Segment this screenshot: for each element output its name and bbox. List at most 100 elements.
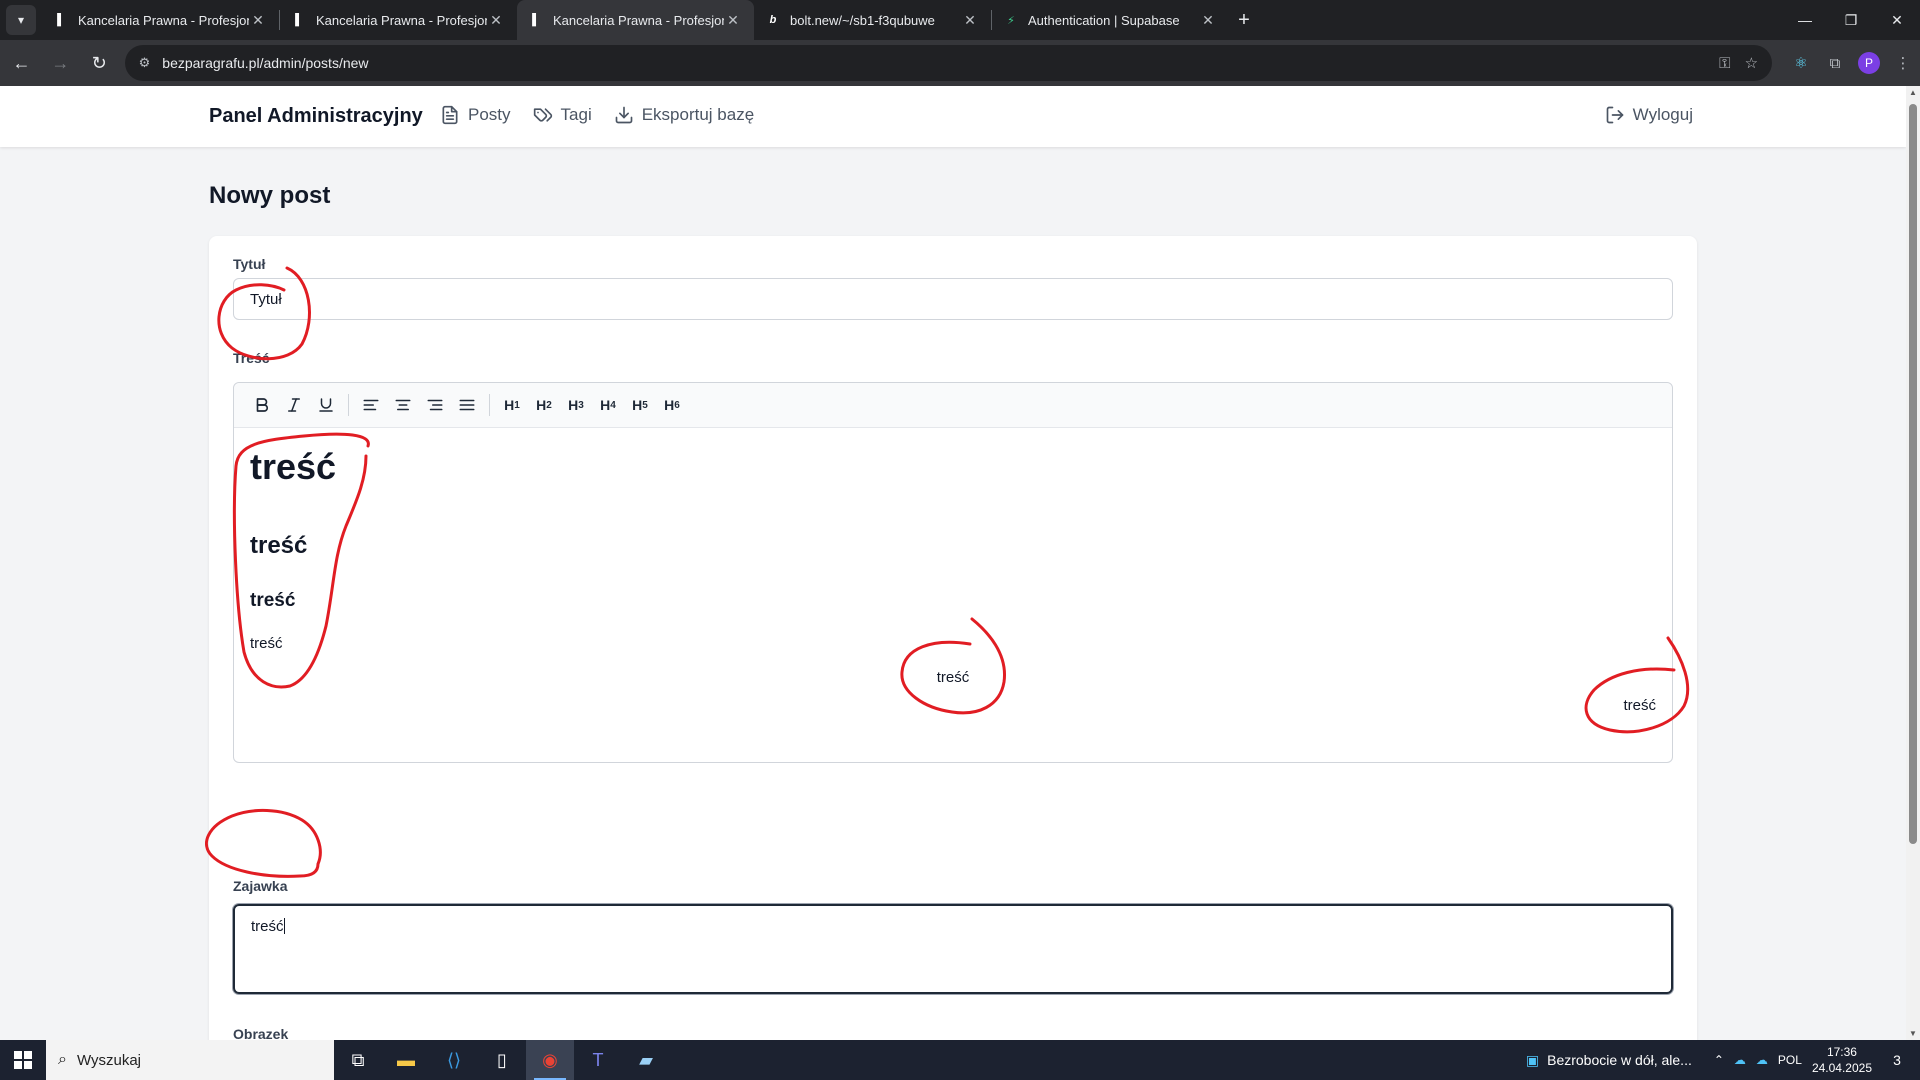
url-text[interactable]: bezparagrafu.pl/admin/posts/new [162, 55, 1705, 71]
browser-tab[interactable]: ▌ Kancelaria Prawna - Profesjonal ✕ [42, 0, 279, 40]
site-favicon: ▌ [295, 14, 303, 26]
start-button[interactable] [0, 1040, 46, 1080]
browser-tab[interactable]: ▌ Kancelaria Prawna - Profesjonal ✕ [280, 0, 517, 40]
scroll-down-icon[interactable]: ▼ [1909, 1029, 1917, 1038]
heading-4-button[interactable]: H4 [592, 389, 624, 421]
bold-icon[interactable] [246, 389, 278, 421]
task-view-icon[interactable]: ⧉ [334, 1040, 382, 1080]
tab-title: Kancelaria Prawna - Profesjonal [316, 12, 487, 28]
heading-5-button[interactable]: H5 [624, 389, 656, 421]
forward-icon[interactable]: → [43, 45, 78, 81]
logout-label: Wyloguj [1632, 105, 1693, 124]
browser-tab-active[interactable]: ▌ Kancelaria Prawna - Profesjonal ✕ [517, 0, 754, 40]
browser-tab[interactable]: ⚡ Authentication | Supabase ✕ [992, 0, 1229, 40]
nav-link-label: Eksportuj bazę [641, 105, 755, 124]
news-widget[interactable]: ▣ Bezrobocie w dół, ale... [1526, 1052, 1692, 1069]
content-paragraph-center: treść [936, 669, 970, 686]
notepad-icon[interactable]: ▯ [478, 1040, 526, 1080]
page-title: Nowy post [209, 182, 331, 209]
logout-icon [1606, 106, 1624, 124]
minimize-icon[interactable]: — [1782, 0, 1828, 40]
tray-chevron-icon[interactable]: ⌃ [1714, 1053, 1724, 1067]
onedrive-personal-icon[interactable]: ☁ [1756, 1053, 1768, 1067]
excerpt-textarea[interactable]: treść [233, 904, 1673, 994]
window-controls: — ❐ ✕ [1782, 0, 1920, 40]
tab-close-icon[interactable]: ✕ [1199, 12, 1217, 29]
language-indicator[interactable]: POL [1778, 1053, 1802, 1067]
new-tab-button[interactable]: + [1229, 0, 1259, 40]
restore-icon[interactable]: ❐ [1828, 0, 1874, 40]
toolbar-divider [489, 394, 490, 416]
scroll-up-icon[interactable]: ▲ [1909, 88, 1917, 97]
rich-text-editor: H1 H2 H3 H4 H5 H6 treść treść treść treś… [233, 382, 1673, 763]
italic-icon[interactable] [278, 389, 310, 421]
news-headline: Bezrobocie w dół, ale... [1547, 1052, 1692, 1068]
chrome-icon[interactable]: ◉ [526, 1040, 574, 1080]
profile-avatar[interactable]: P [1858, 52, 1881, 74]
align-center-icon[interactable] [387, 389, 419, 421]
tab-close-icon[interactable]: ✕ [724, 12, 742, 29]
teams-icon[interactable]: T [574, 1040, 622, 1080]
tab-close-icon[interactable]: ✕ [961, 12, 979, 29]
clock-time: 17:36 [1826, 1045, 1857, 1059]
align-justify-icon[interactable] [451, 389, 483, 421]
content-heading-2: treść [250, 532, 308, 559]
nav-link-export[interactable]: Eksportuj bazę [614, 105, 754, 125]
notification-center-icon[interactable]: 3 [1882, 1045, 1912, 1075]
windows-logo-icon [14, 1051, 32, 1069]
search-placeholder: Wyszukaj [76, 1051, 142, 1069]
react-devtools-icon[interactable]: ⚛ [1784, 54, 1818, 72]
nav-link-posts[interactable]: Posty [440, 105, 511, 125]
tab-title: bolt.new/~/sb1-f3qubuwe [790, 12, 935, 28]
underline-icon[interactable] [310, 389, 342, 421]
scrollbar-thumb[interactable] [1909, 104, 1917, 844]
notes-app-icon[interactable]: ▰ [622, 1040, 670, 1080]
admin-nav-links: Posty Tagi Eksportuj bazę [440, 105, 754, 125]
reload-icon[interactable]: ↻ [82, 45, 117, 81]
bookmark-star-icon[interactable]: ☆ [1745, 54, 1758, 72]
extensions-icon[interactable]: ⧉ [1818, 55, 1852, 72]
address-bar[interactable]: ⚙ bezparagrafu.pl/admin/posts/new ⚿ ☆ [124, 45, 1773, 81]
tab-search-button[interactable]: ▾ [6, 5, 36, 35]
excerpt-text: treść [251, 918, 284, 935]
browser-tab[interactable]: b bolt.new/~/sb1-f3qubuwe ✕ [754, 0, 991, 40]
editor-toolbar: H1 H2 H3 H4 H5 H6 [234, 383, 1672, 428]
align-left-icon[interactable] [355, 389, 387, 421]
content-heading-1: treść [250, 446, 337, 487]
bolt-favicon: b [769, 14, 777, 26]
document-icon [442, 105, 458, 125]
site-info-icon[interactable]: ⚙ [139, 55, 151, 71]
file-explorer-icon[interactable]: ▬ [382, 1040, 430, 1080]
content-label: Treść [233, 350, 270, 366]
nav-link-tags[interactable]: Tagi [533, 105, 592, 125]
page-scrollbar[interactable]: ▲ ▼ [1906, 86, 1920, 1040]
tab-close-icon[interactable]: ✕ [487, 12, 505, 29]
back-icon[interactable]: ← [4, 45, 39, 81]
brand-title: Panel Administracyjny [209, 105, 423, 127]
vscode-icon[interactable]: ⟨⟩ [430, 1040, 478, 1080]
password-key-icon[interactable]: ⚿ [1719, 55, 1730, 72]
supabase-favicon: ⚡ [1007, 14, 1015, 27]
heading-6-button[interactable]: H6 [656, 389, 688, 421]
nav-link-label: Posty [468, 105, 511, 124]
heading-3-button[interactable]: H3 [560, 389, 592, 421]
tab-title: Kancelaria Prawna - Profesjonal [78, 12, 249, 28]
title-input[interactable]: Tytuł [233, 278, 1673, 320]
clock-date: 24.04.2025 [1811, 1061, 1872, 1075]
heading-1-button[interactable]: H1 [496, 389, 528, 421]
taskbar-search[interactable]: ⌕ Wyszukaj [46, 1040, 334, 1080]
heading-2-button[interactable]: H2 [528, 389, 560, 421]
excerpt-label: Zajawka [233, 878, 288, 894]
editor-content[interactable]: treść treść treść treść treść treść [234, 428, 1672, 762]
browser-menu-icon[interactable]: ⋮ [1886, 54, 1920, 72]
logout-button[interactable]: Wyloguj [1605, 105, 1693, 125]
close-window-icon[interactable]: ✕ [1874, 0, 1920, 40]
browser-tab-bar: ▾ ▌ Kancelaria Prawna - Profesjonal ✕ ▌ … [0, 0, 1920, 40]
onedrive-icon[interactable]: ☁ [1734, 1053, 1746, 1067]
browser-toolbar: ← → ↻ ⚙ bezparagrafu.pl/admin/posts/new … [0, 40, 1920, 86]
toolbar-divider [348, 394, 349, 416]
tab-title: Authentication | Supabase [1028, 12, 1180, 28]
tab-close-icon[interactable]: ✕ [249, 12, 267, 29]
align-right-icon[interactable] [419, 389, 451, 421]
clock[interactable]: 17:36 24.04.2025 [1812, 1044, 1872, 1076]
